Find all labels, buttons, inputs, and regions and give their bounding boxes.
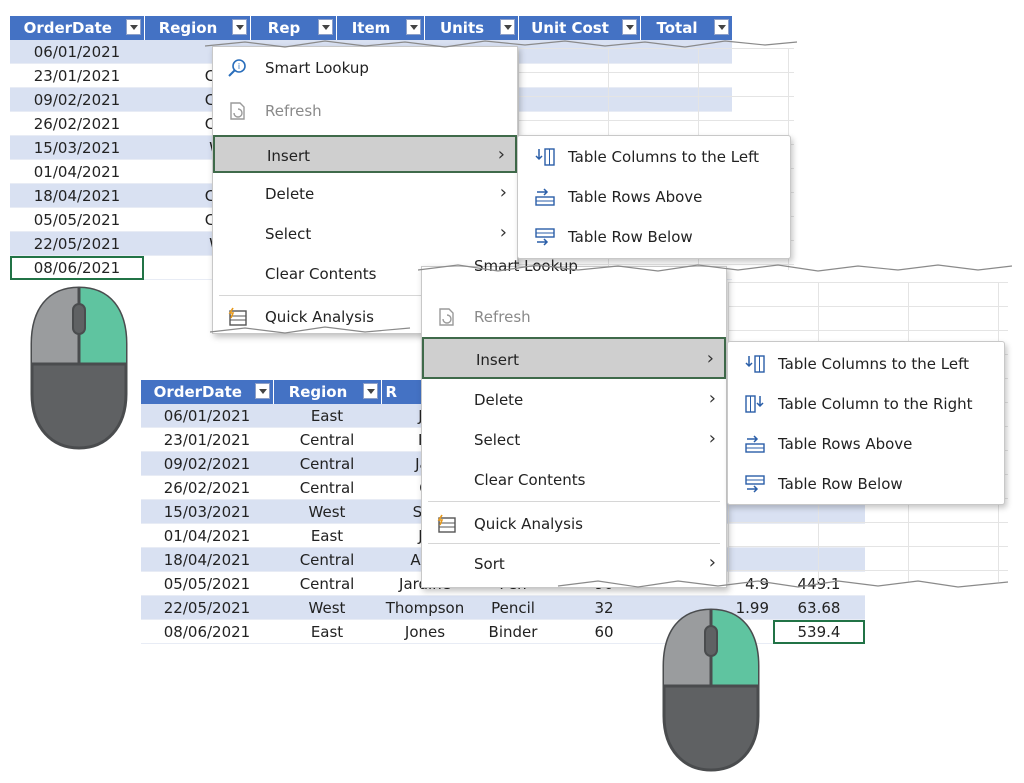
header-region[interactable]: Region <box>273 380 382 404</box>
filter-dropdown-icon[interactable] <box>362 383 378 399</box>
cell-region[interactable]: Central <box>273 475 381 500</box>
cell-date[interactable]: 05/05/2021 <box>141 571 273 596</box>
cell-region[interactable]: East <box>273 523 381 548</box>
cell-region[interactable]: West <box>273 595 381 620</box>
filter-dropdown-icon[interactable] <box>713 19 729 35</box>
filter-dropdown-icon[interactable] <box>125 19 141 35</box>
cell-date[interactable]: 23/01/2021 <box>10 63 144 88</box>
cell-date[interactable]: 23/01/2021 <box>141 427 273 452</box>
cell-date[interactable]: 09/02/2021 <box>141 451 273 476</box>
header-orderdate[interactable]: OrderDate <box>141 380 274 404</box>
selected-cell[interactable]: 08/06/2021 <box>10 255 144 280</box>
filter-dropdown-icon[interactable] <box>231 19 247 35</box>
cell-date[interactable]: 26/02/2021 <box>10 111 144 136</box>
mouse-right-click-icon <box>30 286 128 450</box>
cell-region[interactable]: West <box>273 499 381 524</box>
cell-region[interactable]: Central <box>273 571 381 596</box>
cell-region[interactable]: Central <box>273 451 381 476</box>
cell-date[interactable]: 05/05/2021 <box>10 207 144 232</box>
filter-dropdown-icon[interactable] <box>621 19 637 35</box>
cell-date[interactable]: 15/03/2021 <box>141 499 273 524</box>
cell-item[interactable]: Binder <box>469 619 557 644</box>
cell-date[interactable]: 08/06/2021 <box>141 619 273 644</box>
cell-date[interactable]: 06/01/2021 <box>141 404 273 428</box>
cell-rep[interactable]: Jones <box>381 619 469 644</box>
header-orderdate[interactable]: OrderDate <box>10 16 145 40</box>
cell-date[interactable]: 22/05/2021 <box>10 231 144 256</box>
cell-date[interactable]: 18/04/2021 <box>10 183 144 208</box>
cell-units[interactable]: 60 <box>557 619 651 644</box>
selected-cell[interactable]: 539.4 <box>773 619 865 644</box>
cell-date[interactable]: 06/01/2021 <box>10 40 144 64</box>
cell-region[interactable]: Central <box>273 427 381 452</box>
filter-dropdown-icon[interactable] <box>254 383 270 399</box>
torn-edge <box>418 264 1013 588</box>
cell-date[interactable]: 26/02/2021 <box>141 475 273 500</box>
cell-date[interactable]: 01/04/2021 <box>141 523 273 548</box>
cell-date[interactable]: 01/04/2021 <box>10 159 144 184</box>
cell-date[interactable]: 22/05/2021 <box>141 595 273 620</box>
mouse-right-click-icon <box>662 608 760 772</box>
filter-dropdown-icon[interactable] <box>317 19 333 35</box>
filter-dropdown-icon[interactable] <box>405 19 421 35</box>
cell-date[interactable]: 09/02/2021 <box>10 87 144 112</box>
cell-region[interactable]: East <box>273 404 381 428</box>
cell-region[interactable]: Central <box>273 547 381 572</box>
cell-date[interactable]: 15/03/2021 <box>10 135 144 160</box>
cell-date[interactable]: 18/04/2021 <box>141 547 273 572</box>
cell-region[interactable]: East <box>273 619 381 644</box>
filter-dropdown-icon[interactable] <box>499 19 515 35</box>
